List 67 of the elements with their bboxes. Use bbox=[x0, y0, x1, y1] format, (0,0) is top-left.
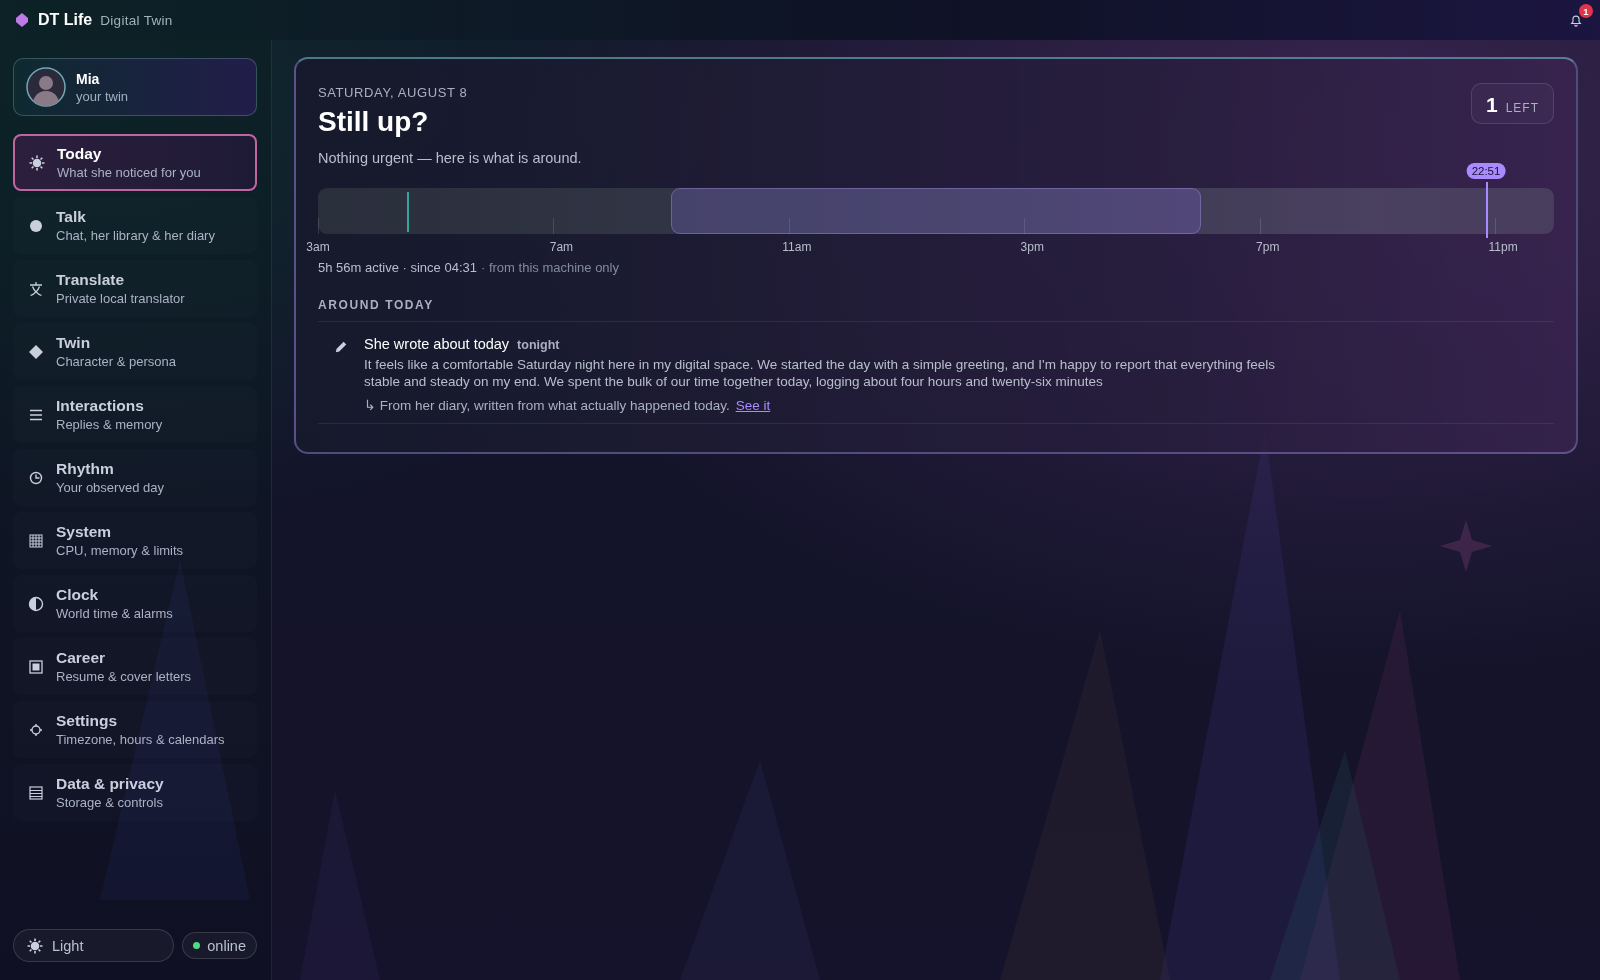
theme-toggle[interactable]: Light bbox=[13, 929, 175, 962]
nav-subtitle: Character & persona bbox=[56, 354, 176, 369]
nav-title: Talk bbox=[56, 208, 87, 226]
item-title: She wrote about today bbox=[364, 336, 510, 352]
gear-icon bbox=[28, 721, 44, 738]
axis-label: 7am bbox=[549, 240, 574, 254]
status-label: online bbox=[207, 937, 246, 954]
date-label: SATURDAY, AUGUST 8 bbox=[318, 85, 469, 100]
half-icon bbox=[28, 595, 44, 612]
nav-subtitle: CPU, memory & limits bbox=[56, 543, 184, 558]
profile-caption: your twin bbox=[76, 88, 129, 104]
nav-subtitle: Resume & cover letters bbox=[56, 669, 192, 684]
nav-title: Interactions bbox=[56, 397, 145, 415]
nav-title: Career bbox=[56, 649, 107, 667]
nav-subtitle: Timezone, hours & calendars bbox=[56, 732, 225, 747]
sun-icon bbox=[27, 937, 43, 954]
dot-icon bbox=[28, 217, 44, 234]
app-name: DT Life bbox=[38, 11, 93, 29]
nav-subtitle: Private local translator bbox=[56, 291, 185, 306]
nav-title: System bbox=[56, 523, 113, 541]
item-time: tonight bbox=[517, 338, 560, 352]
nav-subtitle: What she noticed for you bbox=[57, 165, 201, 180]
profile-card[interactable]: Mia your twin bbox=[13, 58, 257, 116]
grid-icon bbox=[28, 532, 44, 549]
nav-subtitle: Chat, her library & her diary bbox=[56, 228, 215, 243]
see-it-link[interactable]: See it bbox=[735, 398, 771, 413]
diamond-icon bbox=[28, 343, 44, 360]
bell-icon bbox=[1569, 13, 1583, 27]
axis-label: 7pm bbox=[1256, 240, 1280, 254]
nav-subtitle: World time & alarms bbox=[56, 606, 173, 621]
card-heading: Still up? bbox=[318, 106, 429, 138]
card-lede: Nothing urgent — here is what is around. bbox=[318, 150, 583, 166]
square-icon bbox=[28, 658, 44, 675]
clock-icon bbox=[28, 469, 44, 486]
remaining-count: 1 bbox=[1485, 93, 1498, 117]
list-icon bbox=[28, 784, 44, 801]
active-summary: 5h 56m active · since 04:31 bbox=[318, 260, 477, 275]
sparkle-icon bbox=[1440, 520, 1492, 572]
nav-subtitle: Replies & memory bbox=[56, 417, 163, 432]
nav-title: Clock bbox=[56, 586, 100, 604]
section-title: AROUND TODAY bbox=[318, 298, 1554, 322]
pencil-icon bbox=[334, 340, 348, 354]
app-subtitle: Digital Twin bbox=[100, 12, 173, 28]
now-time: 22:51 bbox=[1466, 163, 1506, 179]
nav-title: Twin bbox=[56, 334, 92, 352]
sun-icon bbox=[29, 154, 45, 171]
avatar bbox=[26, 67, 66, 107]
item-body: It feels like a comfortable Saturday night here in my digital space. We started the day with a simple greeting, and I'm happy to report that everything feels stable and steady on my end. We spent the bulk of our time together today, logging about four hours and twenty-six minutes bbox=[364, 356, 1277, 390]
axis-label: 3pm bbox=[1020, 240, 1044, 254]
nav-title: Today bbox=[57, 145, 103, 163]
glyph-icon bbox=[28, 280, 44, 297]
summary-scope: · from this machine only bbox=[481, 260, 619, 275]
nav-subtitle: Your observed day bbox=[56, 480, 164, 495]
nav-item[interactable]: Today What she noticed for you bbox=[13, 134, 257, 191]
logo-icon bbox=[14, 12, 30, 28]
nav-title: Rhythm bbox=[56, 460, 115, 478]
nav-title: Settings bbox=[56, 712, 119, 730]
nav-title: Data & privacy bbox=[56, 775, 164, 793]
remaining-label: LEFT bbox=[1505, 101, 1539, 115]
axis-label: 11pm bbox=[1488, 240, 1518, 254]
axis-label: 11am bbox=[782, 240, 812, 254]
profile-name: Mia bbox=[76, 70, 101, 87]
item-note: ↳ From her diary, written from what actually happened today. bbox=[364, 397, 730, 413]
axis-label: 3am bbox=[306, 240, 330, 254]
nav-title: Translate bbox=[56, 271, 126, 289]
nav-subtitle: Storage & controls bbox=[56, 795, 164, 810]
notification-count: 1 bbox=[1579, 4, 1593, 18]
